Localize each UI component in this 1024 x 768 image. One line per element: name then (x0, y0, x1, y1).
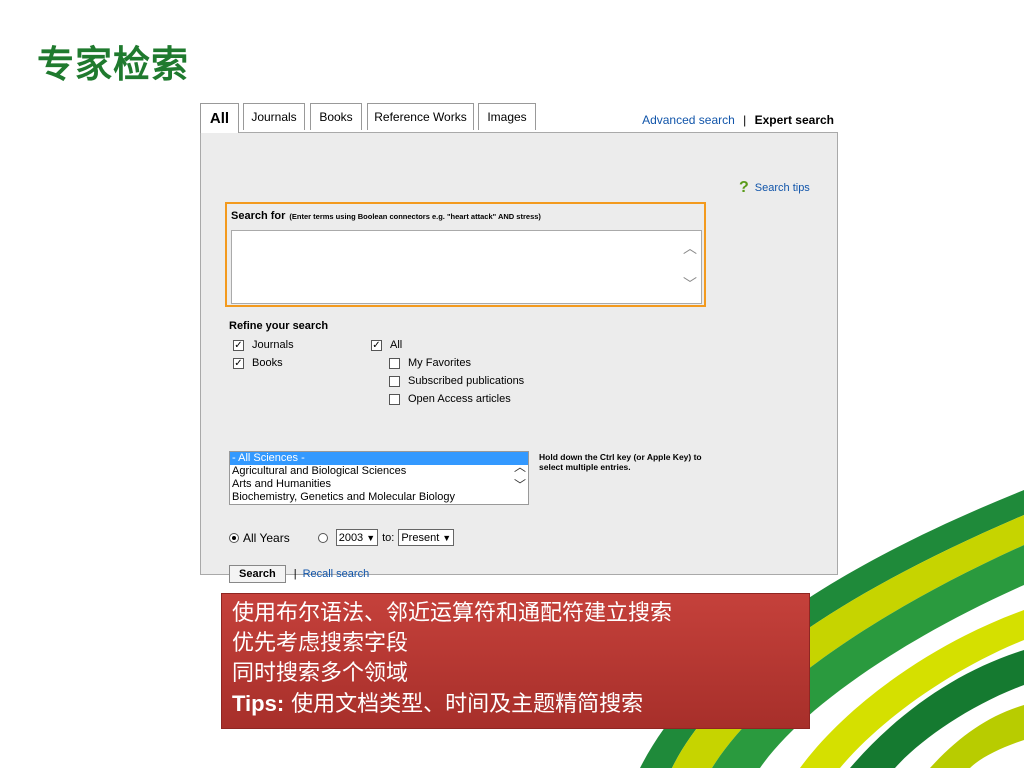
tab-journals[interactable]: Journals (243, 103, 305, 130)
checkbox-label: Open Access articles (408, 393, 511, 405)
checkbox-journals[interactable]: ✓ Journals (233, 339, 294, 351)
checkbox-label: All (390, 339, 403, 351)
search-for-label: Search for (Enter terms using Boolean con… (231, 210, 541, 222)
refine-title: Refine your search (229, 320, 329, 332)
year-from-value: 2003 (338, 531, 364, 544)
all-years-label: All Years (243, 530, 290, 545)
link-separator: | (743, 113, 747, 127)
tab-all[interactable]: All (200, 103, 239, 133)
search-tips-link[interactable]: Search tips (755, 182, 810, 194)
caption-line: 使用布尔语法、邻近运算符和通配符建立搜索 (232, 601, 673, 626)
expert-search-link[interactable]: Expert search (755, 113, 834, 127)
checkbox-all[interactable]: ✓ All (371, 339, 402, 351)
scroll-up-icon[interactable]: ︿ (683, 241, 697, 255)
checkbox-open-access[interactable]: Open Access articles (389, 393, 511, 405)
listbox-scroll-icons[interactable]: ︿ ﹀ (514, 458, 526, 494)
search-for-hint: (Enter terms using Boolean connectors e.… (289, 212, 541, 221)
checkbox-checked-icon[interactable]: ✓ (233, 339, 244, 351)
search-panel: All Journals Books Reference Works Image… (200, 103, 838, 583)
checkbox-checked-icon[interactable]: ✓ (233, 357, 244, 369)
checkbox-books[interactable]: ✓ Books (233, 357, 283, 369)
search-button[interactable]: Search (229, 565, 286, 583)
radio-all-years[interactable] (229, 532, 239, 543)
tab-images[interactable]: Images (478, 103, 536, 130)
caption-box: 使用布尔语法、邻近运算符和通配符建立搜索 优先考虑搜索字段 同时搜索多个领域 T… (221, 593, 810, 729)
checkbox-empty-icon[interactable] (389, 357, 400, 369)
checkbox-label: Journals (252, 339, 294, 351)
year-range: All Years 2003 ▼ to: Present ▼ (229, 529, 458, 546)
year-from-select[interactable]: 2003 ▼ (335, 529, 379, 546)
list-item[interactable]: - All Sciences - (230, 452, 528, 465)
checkbox-label: Books (252, 357, 283, 369)
list-item[interactable]: Arts and Humanities (230, 478, 528, 491)
scroll-down-icon[interactable]: ﹀ (683, 277, 697, 291)
button-separator: | (293, 568, 297, 580)
year-to-value: Present (401, 531, 440, 544)
action-row: Search | Recall search (229, 565, 369, 583)
advanced-search-link[interactable]: Advanced search (642, 113, 735, 127)
search-for-box: Search for (Enter terms using Boolean con… (225, 202, 706, 307)
multi-select-note: Hold down the Ctrl key (or Apple Key) to… (539, 452, 702, 472)
tab-books[interactable]: Books (310, 103, 362, 130)
checkbox-label: My Favorites (408, 357, 471, 369)
search-tips[interactable]: ? Search tips (739, 179, 810, 197)
checkbox-subscribed[interactable]: Subscribed publications (389, 375, 524, 387)
caption-tips-line: Tips: 使用文档类型、时间及主题精简搜索 (232, 689, 799, 720)
checkbox-checked-icon[interactable]: ✓ (371, 339, 382, 351)
caption-line: 优先考虑搜索字段 (232, 631, 409, 656)
search-textarea[interactable]: ︿ ﹀ (231, 230, 702, 304)
slide-title: 专家检索 (37, 43, 189, 86)
tips-label: Tips: (232, 691, 285, 716)
search-mode-links: Advanced search | Expert search (642, 113, 834, 127)
list-item[interactable]: Biochemistry, Genetics and Molecular Bio… (230, 491, 528, 504)
checkbox-empty-icon[interactable] (389, 375, 400, 387)
recall-search-link[interactable]: Recall search (303, 568, 370, 580)
caption-line: 同时搜索多个领域 (232, 661, 409, 686)
chevron-down-icon: ▼ (366, 532, 376, 543)
search-for-title: Search for (231, 210, 286, 222)
question-mark-icon: ? (739, 179, 749, 196)
subject-listbox[interactable]: - All Sciences - Agricultural and Biolog… (229, 451, 529, 505)
checkbox-label: Subscribed publications (408, 375, 525, 387)
chevron-down-icon: ▼ (442, 532, 452, 543)
list-item[interactable]: Agricultural and Biological Sciences (230, 465, 528, 478)
checkbox-my-favorites[interactable]: My Favorites (389, 357, 471, 369)
year-to-select[interactable]: Present ▼ (398, 529, 455, 546)
checkbox-empty-icon[interactable] (389, 393, 400, 405)
search-form: ? Search tips Search for (Enter terms usi… (200, 132, 838, 583)
tab-reference-works[interactable]: Reference Works (367, 103, 474, 130)
tips-text: 使用文档类型、时间及主题精简搜索 (284, 692, 644, 717)
to-label: to: (382, 531, 395, 544)
radio-year-range[interactable] (317, 532, 328, 543)
